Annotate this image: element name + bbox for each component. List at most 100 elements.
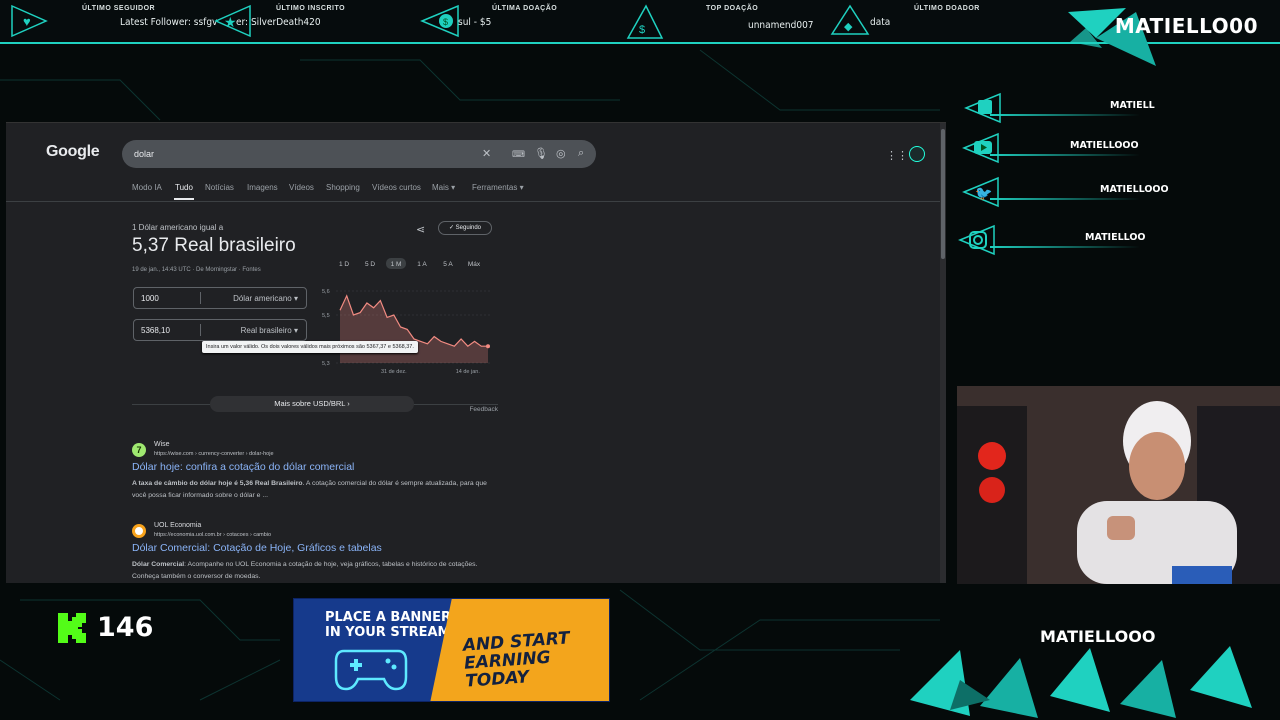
last-point <box>486 344 490 349</box>
brand-triangles-bottom <box>910 646 1252 718</box>
scrollbar[interactable] <box>940 123 946 583</box>
channel-name: MATIELLO00 <box>1114 14 1258 38</box>
banner-tagline: AND START EARNING TODAY <box>462 628 571 692</box>
result-url[interactable]: https://economia.uol.com.br › cotacoes ›… <box>154 532 271 538</box>
alert-value: er: SilverDeath420 <box>236 17 321 28</box>
follow-button[interactable]: ✓ Seguindo <box>438 221 492 235</box>
social-youtube: MATIELLOOO <box>960 132 1160 164</box>
social-label: MATIELLOOO <box>1070 140 1139 151</box>
money-bag-icon: $ <box>626 4 664 39</box>
alert-value: Latest Follower: ssfgv <box>120 17 218 28</box>
exchange-rate-chart: 1 D 5 D 1 M 1 A 5 A Máx 5,6 5,5 5,3 31 de dez. 14 … <box>322 258 492 375</box>
kick-follower-count: 146 <box>97 612 154 643</box>
divider <box>6 201 940 202</box>
twitch-icon <box>964 92 1001 124</box>
result-snippet: A taxa de câmbio do dólar hoje é 5,36 Re… <box>132 478 498 502</box>
x-tick-label: 14 de jan. <box>456 369 481 375</box>
svg-text:★: ★ <box>224 14 237 30</box>
result-snippet: Dólar Comercial: Acompanhe no UOL Econom… <box>132 559 498 583</box>
social-bar <box>990 198 1140 200</box>
instagram-icon <box>958 224 995 256</box>
social-bar <box>990 154 1140 156</box>
money-icon: $ <box>420 4 459 38</box>
range-button-2[interactable]: 1 M <box>391 261 402 268</box>
result-site: Wise <box>154 441 170 448</box>
tab-shopping[interactable]: Shopping <box>326 183 360 192</box>
alert-label: Último seguidor <box>82 5 156 12</box>
webcam-image <box>957 386 1280 584</box>
y-tick-label: 5,6 <box>322 289 330 295</box>
search-query: dolar <box>134 149 155 159</box>
y-tick-label: 5,3 <box>322 361 330 367</box>
alert-value: unnamend007 <box>748 20 814 31</box>
tab-more[interactable]: Mais ▾ <box>432 183 455 192</box>
social-label: MATIELL <box>1110 100 1155 111</box>
lens-icon[interactable]: ◎ <box>556 147 566 160</box>
alert-value: sul - $5 <box>458 17 492 28</box>
keyboard-icon[interactable]: ⌨ <box>512 149 525 160</box>
microphone-icon[interactable]: 🎙 <box>534 147 548 160</box>
currency-from-select[interactable]: Dólar americano ▾ <box>233 294 298 303</box>
field-separator <box>200 292 201 304</box>
social-twitter: 🐦 MATIELLOOO <box>960 176 1169 208</box>
more-about-button[interactable]: Mais sobre USD/BRL › <box>210 396 414 412</box>
x-tick-label: 31 de dez. <box>381 369 407 375</box>
social-bar <box>990 114 1140 116</box>
y-tick-label: 5,5 <box>322 313 330 319</box>
validation-tooltip: Insira um valor válido. Os dois valores … <box>202 341 418 353</box>
uol-favicon-icon <box>132 524 146 538</box>
clear-icon[interactable]: ✕ <box>482 147 491 160</box>
svg-text:◆: ◆ <box>844 21 853 33</box>
tab-all[interactable]: Tudo <box>175 183 193 192</box>
result-title[interactable]: Dólar Comercial: Cotação de Hoje, Gráfic… <box>132 542 382 554</box>
gamepad-icon <box>334 649 408 691</box>
range-button-5[interactable]: Máx <box>468 261 481 268</box>
svg-text:$: $ <box>639 24 645 36</box>
tab-tools[interactable]: Ferramentas ▾ <box>472 183 524 192</box>
tab-images[interactable]: Imagens <box>247 183 278 192</box>
result-url[interactable]: https://wise.com › currency-converter › … <box>154 451 274 457</box>
converter-date: 19 de jan., 14:43 UTC · De Morningstar ·… <box>132 267 261 273</box>
amount-from-field[interactable]: 1000 Dólar americano ▾ <box>133 287 307 309</box>
feedback-link[interactable]: Feedback <box>469 406 498 413</box>
result-title[interactable]: Dólar hoje: confira a cotação do dólar c… <box>132 461 354 473</box>
google-logo[interactable]: Google <box>46 143 100 161</box>
snippet-text: : Acompanhe no UOL Economia a cotação de… <box>132 561 478 580</box>
stream-banner-ad[interactable]: PLACE A BANNER IN YOUR STREAM AND START … <box>293 598 610 702</box>
avatar[interactable] <box>909 146 925 162</box>
search-input[interactable]: dolar ✕ ⌨ 🎙 ◎ ⌕ <box>122 140 596 168</box>
scrollbar-thumb[interactable] <box>941 129 945 259</box>
field-separator <box>200 324 201 336</box>
range-button-4[interactable]: 5 A <box>443 261 453 268</box>
alert-label: Último inscrito <box>276 5 346 12</box>
alert-label: Top doação <box>706 5 759 12</box>
webcam-feed <box>957 386 1280 584</box>
wise-favicon-icon: 7 <box>132 443 146 457</box>
svg-text:$: $ <box>443 17 448 27</box>
social-twitch: MATIELL <box>960 92 1160 124</box>
amount-to-value: 5368,10 <box>141 326 170 335</box>
result-site: UOL Economia <box>154 522 202 529</box>
tab-videos[interactable]: Vídeos <box>289 183 314 192</box>
heart-icon: ♥ <box>11 4 48 38</box>
amount-to-field[interactable]: 5368,10 Real brasileiro ▾ <box>133 319 307 341</box>
currency-to-select[interactable]: Real brasileiro ▾ <box>241 326 298 335</box>
social-instagram: MATIELLOO <box>958 224 1160 256</box>
snippet-highlight: Dólar Comercial <box>132 561 185 568</box>
snippet-highlight: A taxa de câmbio do dólar hoje é 5,36 Re… <box>132 480 303 487</box>
social-label: MATIELLOO <box>1085 232 1146 243</box>
range-button-1[interactable]: 5 D <box>365 261 375 268</box>
search-icon[interactable]: ⌕ <box>578 147 584 160</box>
range-button-0[interactable]: 1 D <box>339 261 349 268</box>
diamond-icon: ◆ <box>830 4 870 35</box>
alert-bar: ♥ Último seguidor Latest Follower: ssfgv… <box>0 0 1280 66</box>
tab-news[interactable]: Notícias <box>205 183 234 192</box>
tab-ai-mode[interactable]: Modo IA <box>132 183 162 192</box>
amount-from-value: 1000 <box>141 294 159 303</box>
active-tab-indicator <box>174 198 194 200</box>
twitter-icon: 🐦 <box>962 176 999 208</box>
converter-subtitle: 1 Dólar americano igual a <box>132 223 224 232</box>
share-icon[interactable]: ⋖ <box>416 223 425 236</box>
tab-short-videos[interactable]: Vídeos curtos <box>372 183 421 192</box>
range-button-3[interactable]: 1 A <box>417 261 427 268</box>
